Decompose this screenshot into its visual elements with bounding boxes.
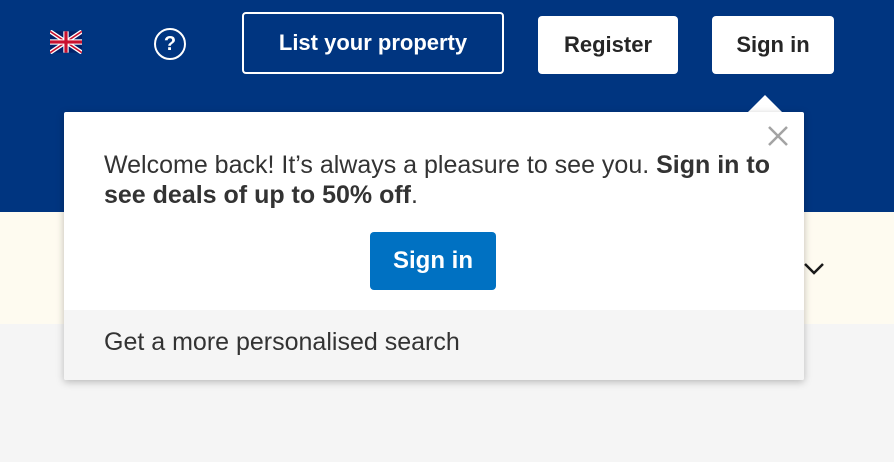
welcome-message-text: Welcome back! It’s always a pleasure to … — [104, 151, 657, 179]
help-icon[interactable]: ? — [154, 28, 186, 60]
uk-flag-icon[interactable] — [50, 30, 82, 54]
personalised-search-text: Get a more personalised search — [104, 328, 460, 356]
popup-signin-button[interactable]: Sign in — [370, 232, 496, 290]
register-button[interactable]: Register — [538, 16, 678, 74]
welcome-message-end: . — [411, 181, 418, 209]
header-signin-button[interactable]: Sign in — [712, 16, 834, 74]
list-property-button[interactable]: List your property — [242, 12, 504, 74]
chevron-down-icon[interactable] — [802, 258, 826, 278]
popup-footer[interactable]: Get a more personalised search — [64, 310, 804, 380]
signin-popup: Welcome back! It’s always a pleasure to … — [64, 112, 804, 380]
popup-arrow — [748, 95, 782, 112]
close-icon[interactable] — [764, 122, 792, 150]
welcome-message: Welcome back! It’s always a pleasure to … — [104, 150, 784, 210]
